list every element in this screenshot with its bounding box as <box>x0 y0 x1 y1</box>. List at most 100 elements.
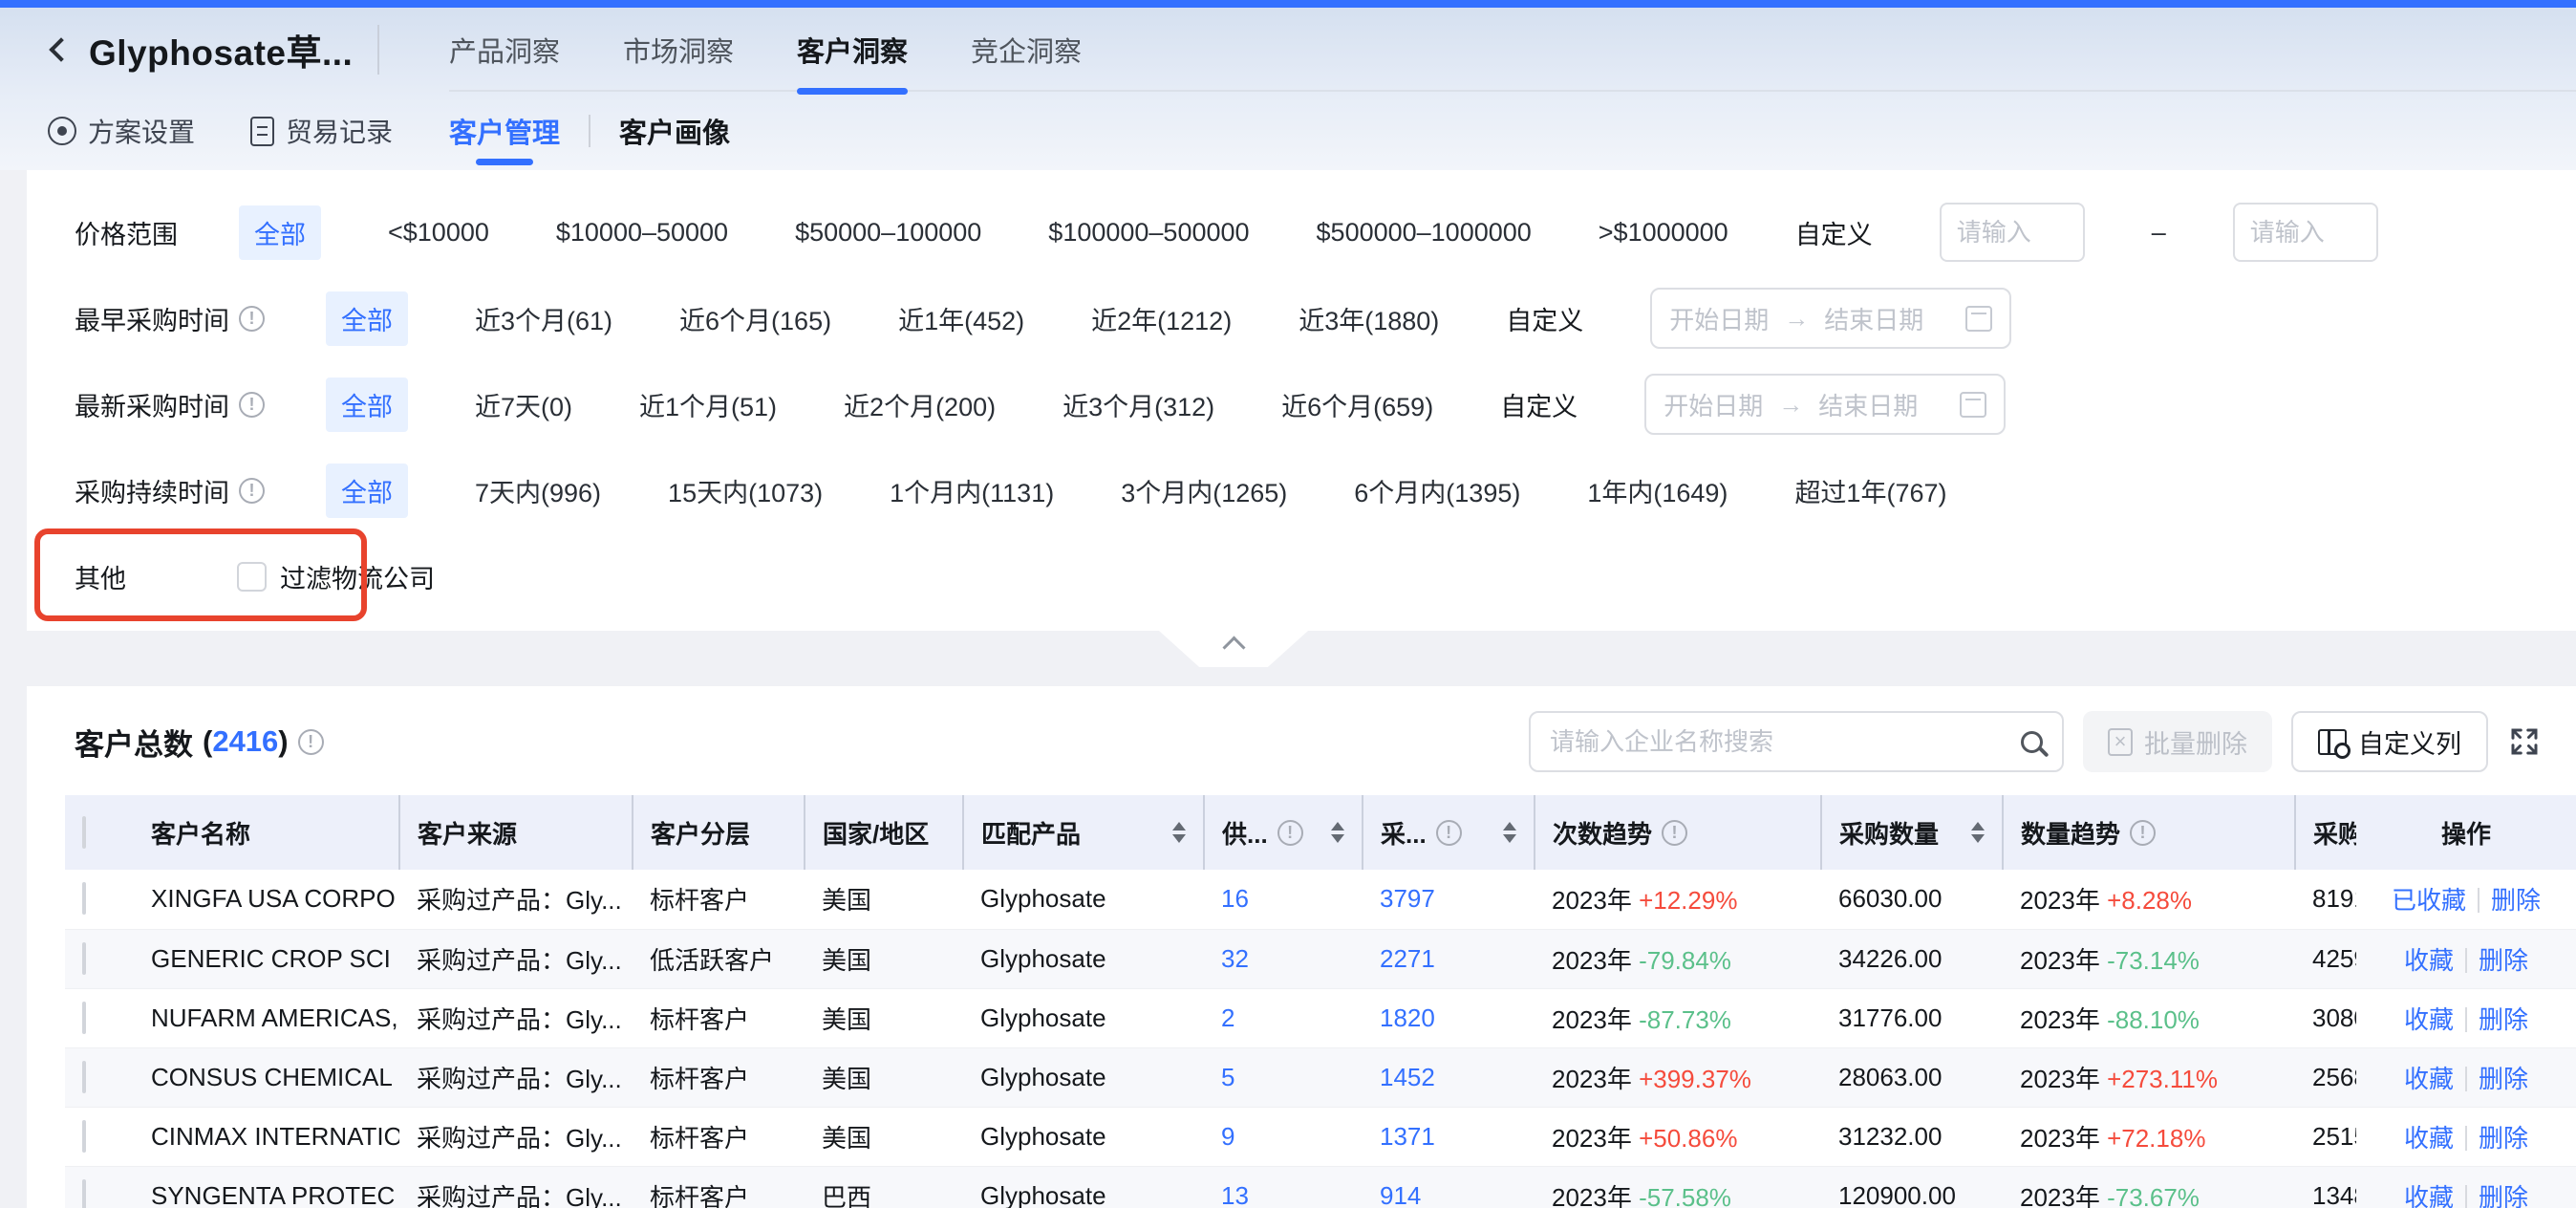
delete-link[interactable]: 删除 <box>2479 946 2528 975</box>
earliest-option[interactable]: 近3年(1880) <box>1299 300 1439 337</box>
favorite-link[interactable]: 收藏 <box>2404 1005 2454 1034</box>
tab-market-insight[interactable]: 市场洞察 <box>623 8 734 92</box>
price-custom-label[interactable]: 自定义 <box>1795 214 1873 251</box>
customer-name[interactable]: CONSUS CHEMICAL <box>151 1063 393 1092</box>
header-select-cell <box>65 795 134 870</box>
purchases-link[interactable]: 3797 <box>1380 884 1435 913</box>
customer-name[interactable]: CINMAX INTERNATIO <box>151 1122 399 1152</box>
delete-link[interactable]: 删除 <box>2479 1124 2528 1153</box>
filter-logistics-checkbox[interactable] <box>237 562 267 592</box>
duration-option[interactable]: 15天内(1073) <box>668 472 823 509</box>
info-icon[interactable] <box>239 392 265 418</box>
row-checkbox[interactable] <box>82 1061 86 1093</box>
info-icon[interactable] <box>239 478 265 504</box>
price-option[interactable]: <$10000 <box>388 218 489 248</box>
subtab-customer-profile[interactable]: 客户画像 <box>619 92 730 170</box>
latest-option[interactable]: 近1个月(51) <box>639 386 777 423</box>
batch-delete-button[interactable]: 批量删除 <box>2083 711 2272 772</box>
earliest-custom-label[interactable]: 自定义 <box>1506 300 1583 337</box>
trade-records-button[interactable]: 贸易记录 <box>250 112 393 150</box>
earliest-option[interactable]: 近6个月(165) <box>679 300 831 337</box>
delete-link[interactable]: 删除 <box>2479 1005 2528 1034</box>
customer-name[interactable]: GENERIC CROP SCI <box>151 944 391 974</box>
favorite-link[interactable]: 已收藏 <box>2392 886 2466 915</box>
purchases-link[interactable]: 1820 <box>1380 1003 1435 1032</box>
sort-icon[interactable] <box>1964 822 1985 843</box>
delete-link[interactable]: 删除 <box>2479 1065 2528 1093</box>
back-icon[interactable] <box>49 37 73 61</box>
suppliers-link[interactable]: 32 <box>1221 944 1249 973</box>
price-option[interactable]: $500000–1000000 <box>1317 218 1532 248</box>
suppliers-link[interactable]: 13 <box>1221 1181 1249 1208</box>
customer-name[interactable]: NUFARM AMERICAS, <box>151 1003 398 1033</box>
row-checkbox[interactable] <box>82 882 86 915</box>
latest-date-range-picker[interactable]: 开始日期 → 结束日期 <box>1644 374 2006 435</box>
duration-option[interactable]: 1个月内(1131) <box>890 472 1054 509</box>
info-icon[interactable] <box>1662 820 1687 846</box>
row-checkbox[interactable] <box>82 1002 86 1034</box>
sort-icon[interactable] <box>1165 822 1186 843</box>
latest-option-all[interactable]: 全部 <box>326 378 408 432</box>
info-icon[interactable] <box>239 306 265 332</box>
delete-link[interactable]: 删除 <box>2479 1183 2528 1208</box>
duration-option[interactable]: 6个月内(1395) <box>1354 472 1520 509</box>
sort-icon[interactable] <box>1323 822 1344 843</box>
tab-product-insight[interactable]: 产品洞察 <box>449 8 560 92</box>
earliest-option-all[interactable]: 全部 <box>326 291 408 346</box>
sort-icon[interactable] <box>1495 822 1516 843</box>
fullscreen-icon[interactable] <box>2507 724 2542 759</box>
duration-option-all[interactable]: 全部 <box>326 464 408 518</box>
price-option[interactable]: >$1000000 <box>1599 218 1728 248</box>
earliest-option[interactable]: 近1年(452) <box>898 300 1024 337</box>
subtab-customer-management[interactable]: 客户管理 <box>449 92 560 170</box>
suppliers-link[interactable]: 5 <box>1221 1063 1234 1091</box>
suppliers-link[interactable]: 2 <box>1221 1003 1234 1032</box>
row-checkbox[interactable] <box>82 1179 86 1208</box>
company-search-input[interactable] <box>1550 727 2021 757</box>
purchases-link[interactable]: 1452 <box>1380 1063 1435 1091</box>
price-max-input[interactable] <box>2233 203 2378 262</box>
price-min-input[interactable] <box>1940 203 2085 262</box>
latest-option[interactable]: 近7天(0) <box>475 386 572 423</box>
suppliers-link[interactable]: 16 <box>1221 884 1249 913</box>
price-option[interactable]: $100000–500000 <box>1048 218 1249 248</box>
customer-name[interactable]: SYNGENTA PROTEC <box>151 1181 395 1208</box>
tab-customer-insight[interactable]: 客户洞察 <box>797 8 908 92</box>
favorite-link[interactable]: 收藏 <box>2404 946 2454 975</box>
price-option[interactable]: $10000–50000 <box>556 218 728 248</box>
info-icon[interactable] <box>298 729 324 755</box>
latest-option[interactable]: 近3个月(312) <box>1063 386 1214 423</box>
duration-option[interactable]: 超过1年(767) <box>1794 472 1946 509</box>
row-checkbox[interactable] <box>82 1120 86 1153</box>
earliest-option[interactable]: 近3个月(61) <box>475 300 612 337</box>
earliest-option[interactable]: 近2年(1212) <box>1091 300 1232 337</box>
customer-count-value[interactable]: 2416 <box>212 724 278 758</box>
row-checkbox[interactable] <box>82 942 86 975</box>
purchases-link[interactable]: 2271 <box>1380 944 1435 973</box>
info-icon[interactable] <box>1436 820 1462 846</box>
select-all-checkbox[interactable] <box>82 816 86 849</box>
price-option[interactable]: $50000–100000 <box>795 218 981 248</box>
latest-option[interactable]: 近6个月(659) <box>1281 386 1433 423</box>
favorite-link[interactable]: 收藏 <box>2404 1065 2454 1093</box>
purchases-link[interactable]: 914 <box>1380 1181 1421 1208</box>
purchases-link[interactable]: 1371 <box>1380 1122 1435 1151</box>
tab-competitor-insight[interactable]: 竞企洞察 <box>971 8 1082 92</box>
price-option-all[interactable]: 全部 <box>239 205 321 260</box>
customer-name[interactable]: XINGFA USA CORPO <box>151 884 396 914</box>
delete-link[interactable]: 删除 <box>2491 886 2541 915</box>
info-icon[interactable] <box>1277 820 1303 846</box>
favorite-link[interactable]: 收藏 <box>2404 1124 2454 1153</box>
search-icon[interactable] <box>2021 731 2043 753</box>
earliest-date-range-picker[interactable]: 开始日期 → 结束日期 <box>1650 288 2011 349</box>
favorite-link[interactable]: 收藏 <box>2404 1183 2454 1208</box>
duration-option[interactable]: 7天内(996) <box>475 472 601 509</box>
suppliers-link[interactable]: 9 <box>1221 1122 1234 1151</box>
latest-option[interactable]: 近2个月(200) <box>844 386 996 423</box>
info-icon[interactable] <box>2130 820 2156 846</box>
latest-custom-label[interactable]: 自定义 <box>1500 386 1578 423</box>
plan-settings-button[interactable]: 方案设置 <box>48 112 195 150</box>
duration-option[interactable]: 3个月内(1265) <box>1121 472 1287 509</box>
custom-columns-button[interactable]: 自定义列 <box>2291 711 2488 772</box>
duration-option[interactable]: 1年内(1649) <box>1587 472 1728 509</box>
